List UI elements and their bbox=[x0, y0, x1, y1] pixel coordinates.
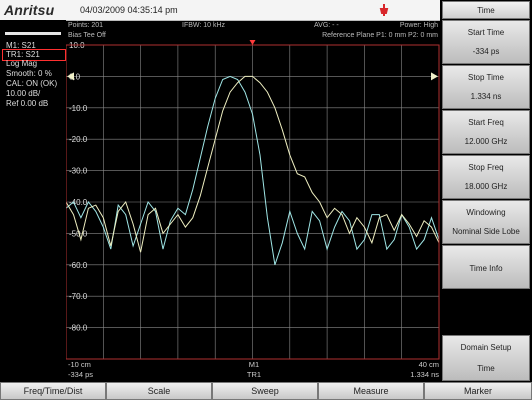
sweep-button[interactable]: Sweep bbox=[212, 382, 318, 400]
y-tick-label: -10.0 bbox=[69, 104, 88, 113]
ifbw-label: IFBW: 10 kHz bbox=[182, 22, 226, 29]
stop-freq-button[interactable]: Stop Freq 18.000 GHz bbox=[442, 155, 530, 199]
brand-logo: Anritsu bbox=[4, 2, 55, 18]
freq-time-dist-button[interactable]: Freq/Time/Dist bbox=[0, 382, 106, 400]
start-time-button[interactable]: Start Time -334 ps bbox=[442, 20, 530, 64]
points-label: Points: 201 bbox=[68, 22, 103, 29]
marker-bottom-label: M1 bbox=[249, 360, 259, 369]
bias-tee-label: Bias Tee Off bbox=[68, 32, 106, 39]
start-time-value: -334 ps bbox=[472, 47, 500, 56]
windowing-value: Nominal Side Lobe bbox=[452, 227, 520, 236]
y-tick-label: -80.0 bbox=[69, 324, 88, 333]
y-tick-label: -30.0 bbox=[69, 167, 88, 176]
x-start-label: -10 cm bbox=[68, 360, 91, 369]
measure-button[interactable]: Measure bbox=[318, 382, 424, 400]
time-info-label: Time Info bbox=[469, 264, 503, 273]
cal-info: CAL: ON (OK) bbox=[6, 79, 58, 88]
domain-setup-value: Time bbox=[477, 364, 495, 373]
trace-info-panel: M1: S21 TR1: S21 Log Mag Smooth: 0 % CAL… bbox=[0, 20, 66, 381]
stop-time-value: 1.334 ns bbox=[470, 92, 502, 101]
trace-info: TR1: S21 bbox=[6, 50, 40, 59]
reference-info: Ref 0.00 dB bbox=[6, 99, 49, 108]
x-start-time: -334 ps bbox=[68, 370, 93, 379]
windowing-button[interactable]: Windowing Nominal Side Lobe bbox=[442, 200, 530, 244]
smooth-info: Smooth: 0 % bbox=[6, 69, 52, 78]
y-tick-label: -60.0 bbox=[69, 261, 88, 270]
reference-plane-label: Reference Plane P1: 0 mm P2: 0 mm bbox=[322, 32, 438, 39]
x-end-time: 1.334 ns bbox=[410, 370, 439, 379]
stop-freq-value: 18.000 GHz bbox=[464, 182, 508, 191]
marker-button[interactable]: Marker bbox=[424, 382, 532, 400]
start-freq-label: Start Freq bbox=[468, 118, 504, 127]
domain-setup-button[interactable]: Domain Setup Time bbox=[442, 335, 530, 381]
power-label: Power: High bbox=[400, 22, 438, 29]
scale-button[interactable]: Scale bbox=[106, 382, 212, 400]
start-freq-button[interactable]: Start Freq 12.000 GHz bbox=[442, 110, 530, 154]
trace-bottom-label: TR1 bbox=[247, 370, 261, 379]
x-end-label: 40 cm bbox=[419, 360, 439, 369]
y-tick-label: -70.0 bbox=[69, 292, 88, 301]
chart-grid bbox=[66, 45, 439, 359]
stop-freq-label: Stop Freq bbox=[468, 163, 504, 172]
stop-time-button[interactable]: Stop Time 1.334 ns bbox=[442, 65, 530, 109]
bottom-menu-bar: Freq/Time/Dist Scale Sweep Measure Marke… bbox=[0, 381, 532, 400]
windowing-label: Windowing bbox=[466, 208, 506, 217]
soft-key-menu: Time Start Time -334 ps Stop Time 1.334 … bbox=[440, 0, 532, 381]
domain-setup-label: Domain Setup bbox=[460, 343, 512, 352]
marker-flag bbox=[249, 40, 256, 45]
menu-title: Time bbox=[442, 1, 530, 19]
format-info: Log Mag bbox=[6, 59, 38, 68]
trace-chart[interactable]: Points: 201 IFBW: 10 kHz AVG: - - Power:… bbox=[66, 20, 441, 381]
time-info-button[interactable]: Time Info bbox=[442, 245, 530, 289]
y-tick-label: -20.0 bbox=[69, 135, 88, 144]
title-bar: Anritsu 04/03/2009 04:35:14 pm bbox=[0, 0, 440, 21]
bias-indicator-icon bbox=[379, 4, 389, 16]
reference-arrow-right bbox=[431, 72, 438, 81]
scale-info: 10.00 dB/ bbox=[6, 89, 41, 98]
start-time-label: Start Time bbox=[467, 28, 505, 37]
y-tick-labels: 10.00.0-10.0-20.0-30.0-40.0-50.0-60.0-70… bbox=[69, 41, 88, 333]
y-tick-label: -40.0 bbox=[69, 198, 88, 207]
trace-color-bar bbox=[5, 32, 61, 35]
start-freq-value: 12.000 GHz bbox=[464, 137, 508, 146]
stop-time-label: Stop Time bbox=[467, 73, 504, 82]
avg-label: AVG: - - bbox=[314, 22, 339, 29]
datetime-text: 04/03/2009 04:35:14 pm bbox=[80, 5, 178, 15]
